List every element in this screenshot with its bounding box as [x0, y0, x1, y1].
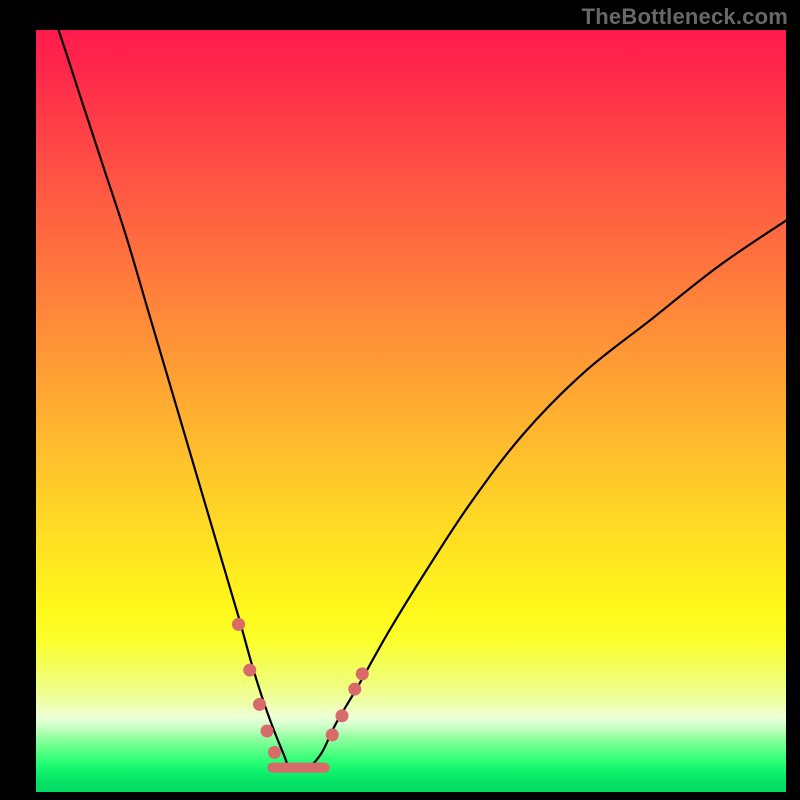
highlight-dot	[348, 683, 361, 696]
highlight-dot	[268, 746, 281, 759]
highlight-dot	[261, 725, 274, 738]
plot-area	[36, 30, 786, 792]
highlight-dot	[243, 664, 256, 677]
highlight-dot	[232, 618, 245, 631]
highlight-dot	[356, 667, 369, 680]
curve-svg	[36, 30, 786, 792]
watermark-text: TheBottleneck.com	[582, 4, 788, 30]
bottleneck-curve	[36, 30, 786, 771]
highlight-dot	[326, 728, 339, 741]
highlight-dot	[253, 698, 266, 711]
highlight-dot	[336, 709, 349, 722]
chart-stage: TheBottleneck.com	[0, 0, 800, 800]
highlight-dots	[232, 618, 369, 759]
